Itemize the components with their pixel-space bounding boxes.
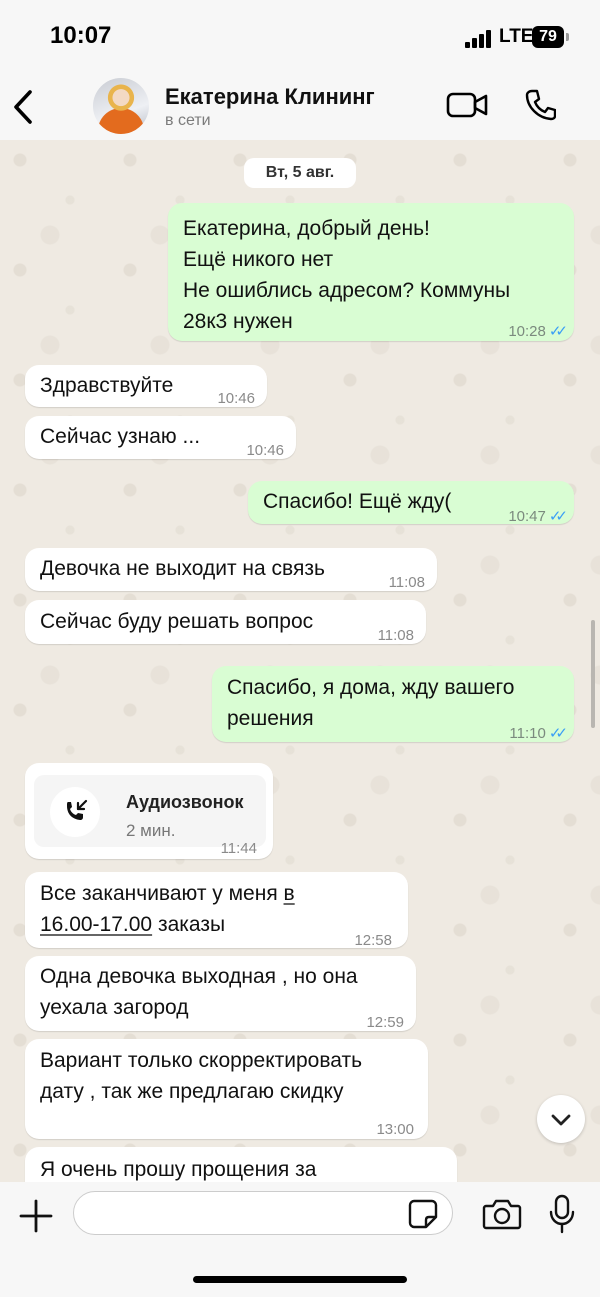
chevron-left-icon[interactable] xyxy=(10,88,40,126)
avatar[interactable] xyxy=(93,78,149,134)
message-time: 10:47 xyxy=(508,508,546,525)
outgoing-message[interactable]: Спасибо, я дома, жду вашего решения 11:1… xyxy=(212,666,574,742)
chat-header: Екатерина Клининг в сети xyxy=(0,76,600,140)
call-message[interactable]: Аудиозвонок 2 мин. 11:44 xyxy=(25,763,273,859)
message-text: дату , так же предлагаю скидку xyxy=(40,1080,344,1103)
video-camera-icon[interactable] xyxy=(446,90,488,120)
incoming-message[interactable]: Сейчас буду решать вопрос 11:08 xyxy=(25,600,426,644)
battery-indicator: 79 xyxy=(532,26,564,48)
outgoing-message[interactable]: Спасибо! Ещё жду( 10:47 ✓✓ xyxy=(248,481,574,525)
message-time: 11:08 xyxy=(388,574,425,591)
message-text: Вариант только скорректировать xyxy=(40,1049,363,1072)
input-bar xyxy=(0,1182,600,1297)
message-time: 13:00 xyxy=(376,1121,414,1138)
chat-area[interactable]: Вт, 5 авг. Екатерина, добрый день! Ещё н… xyxy=(0,140,600,1182)
date-link[interactable]: 16.00-17.00 xyxy=(40,913,152,936)
message-time: 10:46 xyxy=(217,390,255,407)
message-text: Одна девочка выходная , но она xyxy=(40,965,358,988)
call-duration: 2 мин. xyxy=(126,821,176,840)
message-text: Спасибо, я дома, жду вашего xyxy=(227,676,515,699)
plus-icon[interactable] xyxy=(18,1198,54,1234)
incoming-message[interactable]: Вариант только скорректировать дату , та… xyxy=(25,1039,428,1139)
read-ticks-icon: ✓✓ xyxy=(548,725,568,742)
message-text: Не ошиблись адресом? Коммуны xyxy=(183,279,511,302)
message-text: Девочка не выходит на связь xyxy=(40,557,325,580)
camera-icon[interactable] xyxy=(482,1198,522,1230)
call-title: Аудиозвонок xyxy=(126,792,244,812)
status-time: 10:07 xyxy=(50,22,112,49)
message-text: Сейчас узнаю ... xyxy=(40,425,201,448)
message-input[interactable] xyxy=(73,1191,453,1235)
contact-status: в сети xyxy=(165,112,211,129)
incoming-call-icon xyxy=(67,799,88,820)
message-text: 28к3 нужен xyxy=(183,310,293,333)
microphone-icon[interactable] xyxy=(548,1194,576,1234)
message-text: Я очень прошу прощения за xyxy=(40,1158,317,1181)
home-indicator xyxy=(193,1276,407,1283)
message-time: 10:28 xyxy=(508,323,546,340)
read-ticks-icon: ✓✓ xyxy=(548,508,568,525)
outgoing-message[interactable]: Екатерина, добрый день! Ещё никого нет Н… xyxy=(168,203,574,341)
incoming-message[interactable]: Я очень прошу прощения за xyxy=(25,1147,457,1182)
contact-name[interactable]: Екатерина Клининг xyxy=(165,84,375,110)
message-text: заказы xyxy=(152,913,226,936)
network-type: LTE xyxy=(499,26,534,47)
incoming-message[interactable]: Здравствуйте 10:46 xyxy=(25,365,267,407)
message-text: уехала загород xyxy=(40,996,189,1019)
date-separator: Вт, 5 авг. xyxy=(244,158,356,188)
phone-icon[interactable] xyxy=(524,88,556,122)
message-text: Сейчас буду решать вопрос xyxy=(40,610,314,633)
call-icon-circle xyxy=(50,787,100,837)
incoming-message[interactable]: Сейчас узнаю ... 10:46 xyxy=(25,416,296,459)
scroll-to-bottom-button[interactable] xyxy=(537,1095,585,1143)
status-bar: 10:07 LTE 79 xyxy=(0,0,600,76)
incoming-message[interactable]: Девочка не выходит на связь 11:08 xyxy=(25,548,437,591)
incoming-message[interactable]: Все заканчивают у меня в 16.00-17.00 зак… xyxy=(25,872,408,949)
message-time: 12:58 xyxy=(354,932,392,949)
message-time: 10:46 xyxy=(246,442,284,459)
sticker-icon[interactable] xyxy=(408,1199,438,1229)
message-text: Спасибо! Ещё жду( xyxy=(263,490,452,513)
message-time: 11:10 xyxy=(509,725,546,742)
scrollbar[interactable] xyxy=(591,620,595,728)
read-ticks-icon: ✓✓ xyxy=(548,323,568,340)
message-time: 12:59 xyxy=(366,1014,404,1031)
message-time: 11:44 xyxy=(220,840,257,857)
incoming-message[interactable]: Одна девочка выходная , но она уехала за… xyxy=(25,956,416,1031)
message-text: Здравствуйте xyxy=(40,374,174,397)
message-text: Все заканчивают у меня xyxy=(40,882,284,905)
battery-tip xyxy=(566,33,569,41)
message-time: 11:08 xyxy=(377,627,414,644)
message-text: решения xyxy=(227,707,314,730)
chevron-down-icon xyxy=(551,1114,571,1126)
message-text: Ещё никого нет xyxy=(183,248,334,271)
date-link[interactable]: в xyxy=(284,882,295,905)
message-text: Екатерина, добрый день! xyxy=(183,217,430,240)
signal-icon xyxy=(465,30,491,48)
